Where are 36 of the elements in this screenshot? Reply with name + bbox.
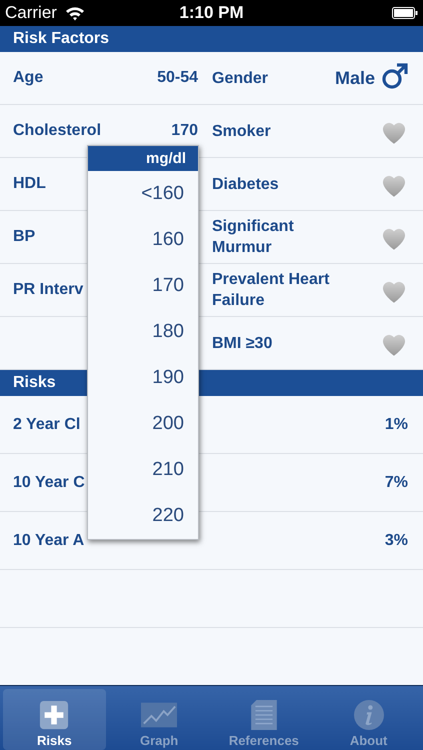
factor-label: Prevalent Heart Failure	[212, 270, 330, 312]
factor-label: BMI ≥30	[212, 334, 274, 354]
tab[interactable]: Risks	[3, 689, 106, 750]
carrier-label: Carrier	[5, 3, 57, 24]
risk-value: 1%	[384, 416, 408, 434]
value-selector[interactable]: 50-54	[157, 69, 198, 88]
dropdown-option[interactable]: 180	[88, 309, 198, 355]
factor-label: HDL	[13, 175, 46, 194]
risk-value: 7%	[384, 474, 408, 492]
clock: 1:10 PM	[179, 3, 244, 24]
factor-label: PR Interv	[13, 281, 84, 300]
factor-label: BP	[13, 228, 36, 246]
factor-label: Smoker	[212, 122, 272, 142]
male-symbol-icon	[381, 62, 409, 90]
gender-value[interactable]: Male	[334, 68, 375, 89]
factor-label: Cholesterol	[13, 122, 102, 140]
dropdown-title: mg/dl	[88, 146, 198, 171]
section-header: Risk Factors	[0, 26, 423, 52]
dropdown-option[interactable]: 170	[88, 263, 198, 309]
factor-label: Gender	[212, 68, 270, 89]
dropdown-option[interactable]: 200	[88, 401, 198, 447]
risk-label: 10 Year A	[13, 532, 84, 550]
factor-label: Age	[13, 69, 44, 88]
value-selector[interactable]: 170	[171, 122, 198, 140]
dropdown-option[interactable]: 160	[88, 217, 198, 263]
wifi-icon	[64, 6, 85, 21]
battery-icon	[392, 7, 418, 20]
dropdown-option[interactable]: 210	[88, 447, 198, 493]
risk-label: 10 Year C	[13, 474, 85, 492]
risk-label: 2 Year Cl	[13, 416, 80, 434]
dropdown-option[interactable]: <160	[88, 171, 198, 217]
factor-label: Significant Murmur	[212, 217, 295, 258]
dropdown-option[interactable]: 220	[88, 493, 198, 539]
factor-label: Diabetes	[212, 174, 280, 195]
risk-value: 3%	[384, 532, 408, 550]
graph-icon	[141, 700, 178, 730]
